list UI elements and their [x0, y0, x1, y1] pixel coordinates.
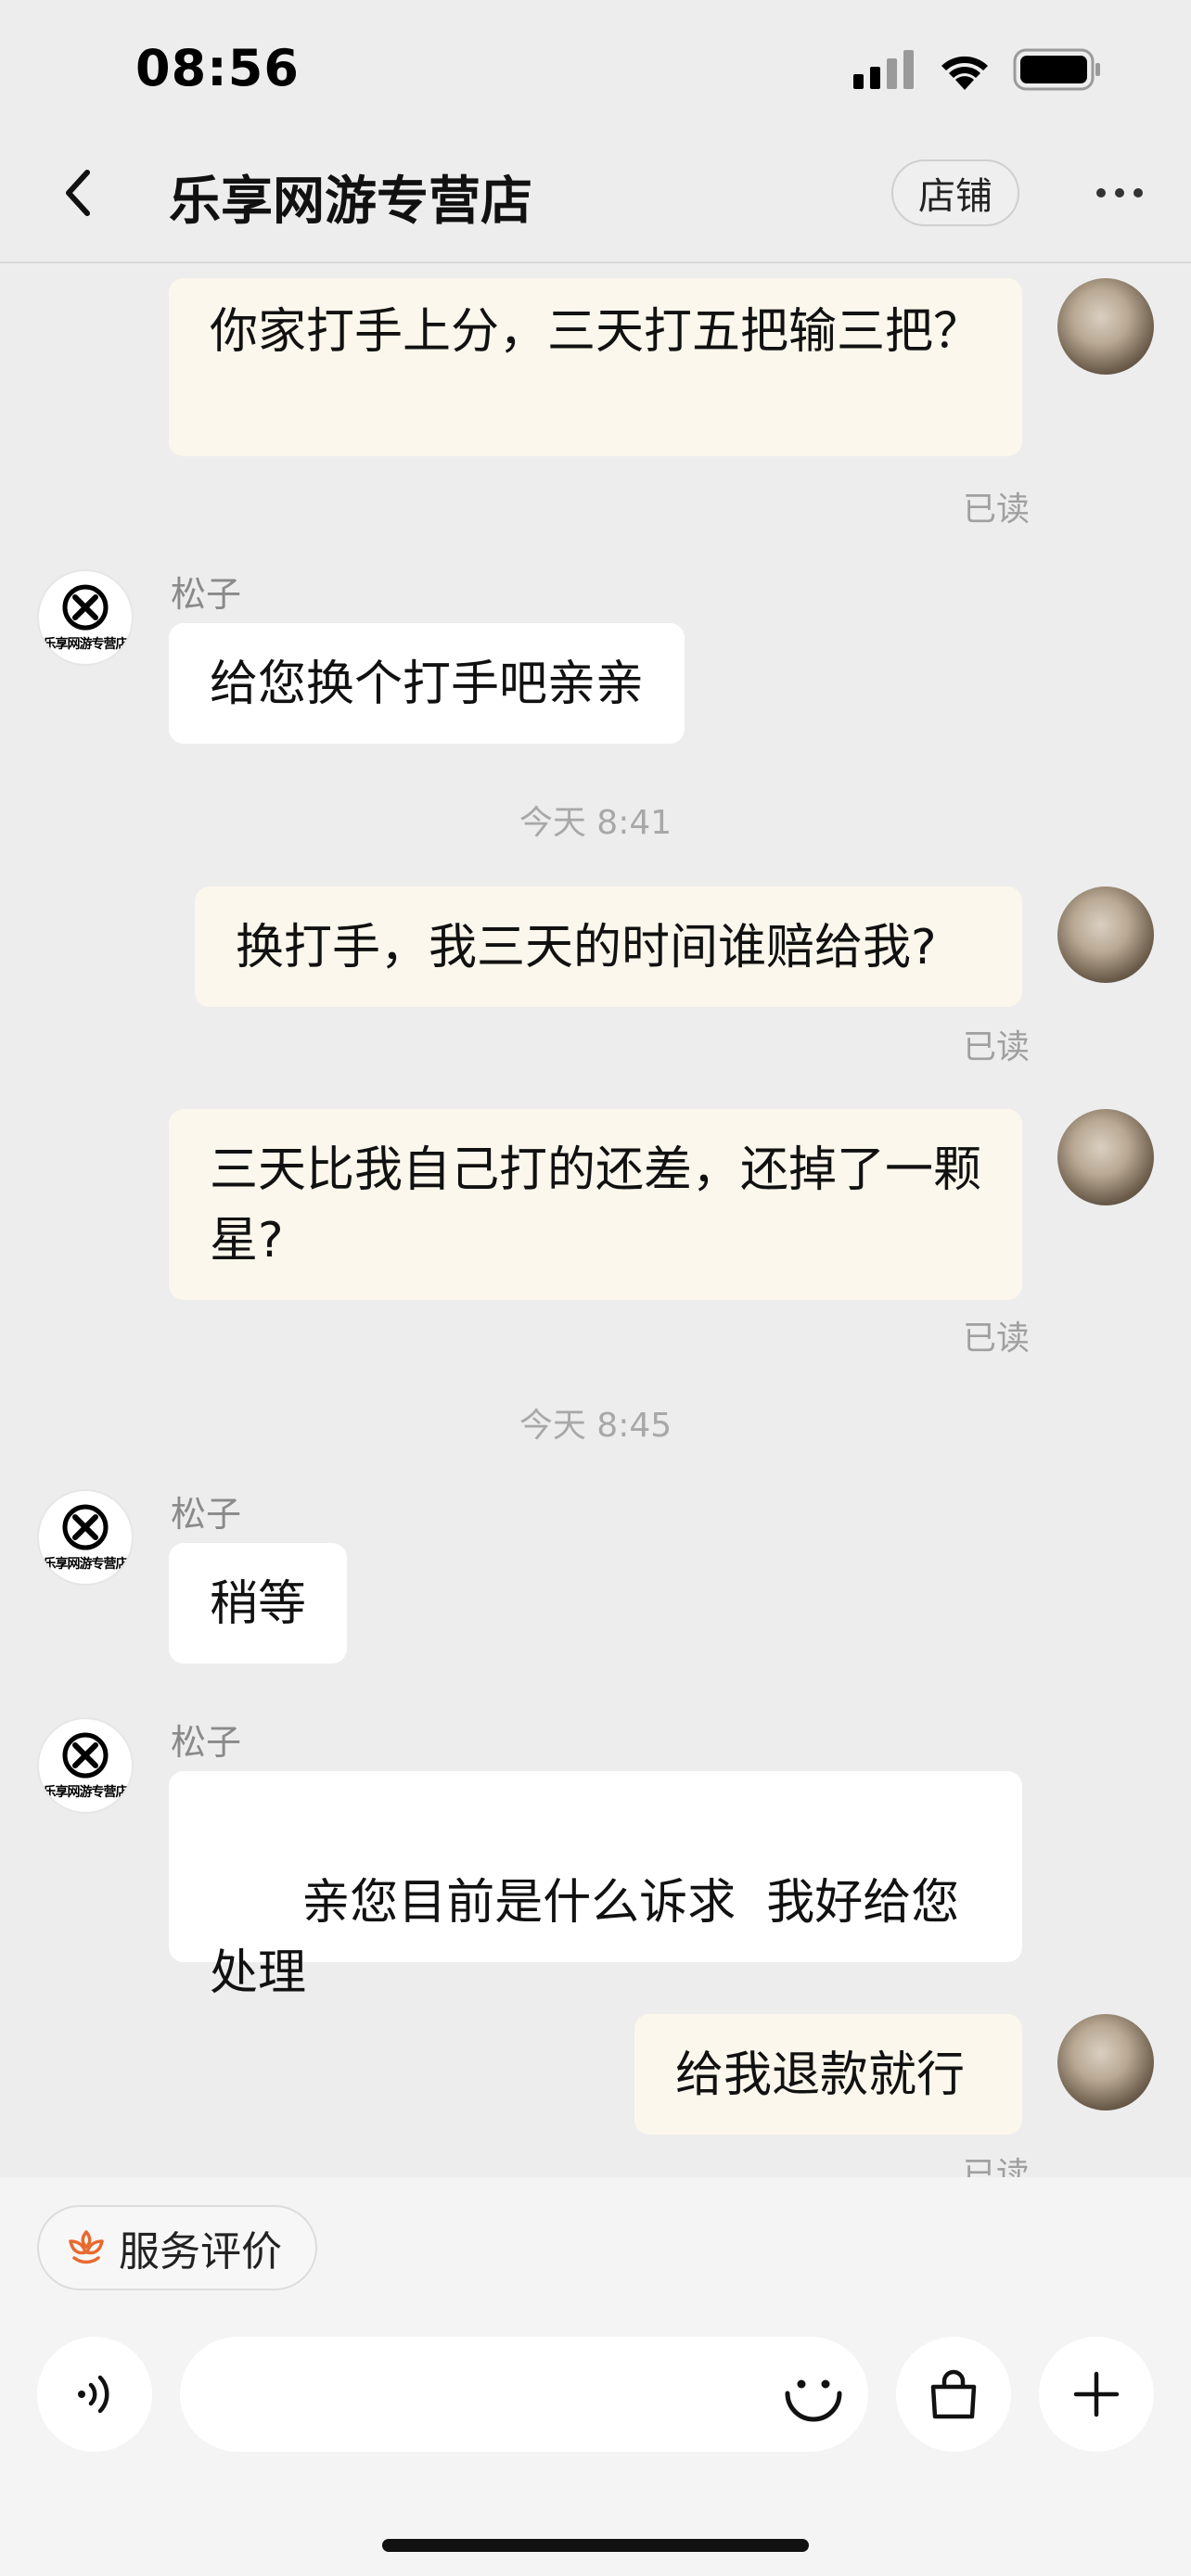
shop-logo-icon: [62, 584, 109, 631]
more-dot-icon: [1133, 188, 1143, 198]
voice-icon: [78, 2375, 109, 2414]
shop-logo-icon: [62, 1732, 109, 1779]
shop-avatar[interactable]: 乐享网游专营店: [37, 1489, 134, 1586]
message-input[interactable]: [180, 2337, 868, 2452]
shopping-bag-icon: [930, 2369, 977, 2419]
read-receipt: 已读: [963, 2156, 1031, 2177]
status-icons: [853, 48, 1102, 91]
page-title: 乐享网游专营店: [169, 172, 532, 232]
chat-screen: 08:56 乐享网游专营店 店铺 你家打手上分，三天打五把输三把？ 已读 乐享网…: [0, 0, 1191, 2576]
message-bubble-outgoing[interactable]: 给我退款就行: [634, 2014, 1022, 2135]
user-avatar[interactable]: [1057, 2014, 1154, 2111]
message-bubble-incoming[interactable]: 稍等: [169, 1543, 348, 1664]
read-receipt: 已读: [963, 1320, 1031, 1358]
read-receipt: 已读: [963, 491, 1031, 529]
read-receipt: 已读: [963, 1028, 1031, 1066]
user-avatar[interactable]: [1057, 278, 1154, 375]
message-bubble-outgoing[interactable]: 你家打手上分，三天打五把输三把？: [169, 278, 1022, 456]
message-bubble-incoming[interactable]: 亲您目前是什么诉求 我好给您处理: [169, 1771, 1022, 2001]
plus-icon: [1073, 2371, 1120, 2417]
message-text: 三天比我自己打的还差，还掉了一颗星?: [210, 1142, 982, 1269]
nav-bar: 乐享网游专营店 店铺: [0, 139, 1191, 263]
back-button[interactable]: [41, 156, 115, 230]
sender-name: 松子: [171, 1494, 242, 1535]
shop-avatar[interactable]: 乐享网游专营店: [37, 1717, 134, 1814]
timestamp: 今天 8:41: [519, 804, 672, 842]
input-row: [0, 2337, 1191, 2454]
battery-icon: [1013, 48, 1100, 91]
shop-logo-text: 乐享网游专营店: [43, 1785, 129, 1800]
sender-name: 松子: [171, 574, 242, 615]
message-bubble-incoming[interactable]: 给您换个打手吧亲亲: [169, 623, 685, 744]
more-dot-icon: [1096, 188, 1106, 198]
message-text: 你家打手上分，三天打五把输三把？: [210, 304, 982, 360]
cellular-signal-icon: [853, 50, 914, 89]
bottom-toolbar: 服务评价: [0, 2177, 1191, 2576]
smiley-icon: [785, 2379, 842, 2422]
wifi-icon: [941, 56, 988, 90]
user-avatar[interactable]: [1057, 1109, 1154, 1205]
sender-name: 松子: [171, 1722, 242, 1763]
user-avatar[interactable]: [1057, 886, 1154, 983]
home-indicator: [382, 2539, 809, 2552]
shop-button[interactable]: 店铺: [891, 159, 1019, 226]
message-bubble-outgoing[interactable]: 三天比我自己打的还差，还掉了一颗星?: [169, 1109, 1022, 1300]
shop-logo-text: 乐享网游专营店: [43, 637, 129, 652]
product-button[interactable]: [896, 2337, 1011, 2452]
message-text: 给您换个打手吧亲亲: [210, 657, 645, 712]
message-text: 亲您目前是什么诉求 我好给您处理: [210, 1875, 960, 2001]
more-options-button[interactable]: [1039, 2337, 1154, 2452]
voice-button[interactable]: [37, 2337, 152, 2452]
shop-logo-icon: [62, 1504, 109, 1550]
status-bar: 08:56: [0, 0, 1191, 139]
message-text: 换打手，我三天的时间谁赔给我?: [236, 920, 937, 976]
more-button[interactable]: [1085, 167, 1154, 219]
chevron-left-icon: [66, 170, 90, 216]
status-time: 08:56: [135, 39, 300, 97]
more-dot-icon: [1115, 188, 1124, 198]
service-rating-label: 服务评价: [119, 2228, 282, 2276]
message-text: 给我退款就行: [675, 2047, 966, 2103]
emoji-button[interactable]: [774, 2355, 853, 2435]
chat-message-list[interactable]: 你家打手上分，三天打五把输三把？ 已读 乐享网游专营店 松子 给您换个打手吧亲亲…: [0, 265, 1191, 2177]
timestamp: 今天 8:45: [519, 1407, 672, 1445]
service-rating-button[interactable]: 服务评价: [37, 2205, 317, 2290]
flower-rating-icon: [69, 2230, 104, 2264]
message-bubble-outgoing[interactable]: 换打手，我三天的时间谁赔给我?: [195, 886, 1022, 1007]
shop-avatar[interactable]: 乐享网游专营店: [37, 569, 134, 666]
shop-logo-text: 乐享网游专营店: [43, 1557, 129, 1572]
message-text: 稍等: [210, 1576, 307, 1632]
